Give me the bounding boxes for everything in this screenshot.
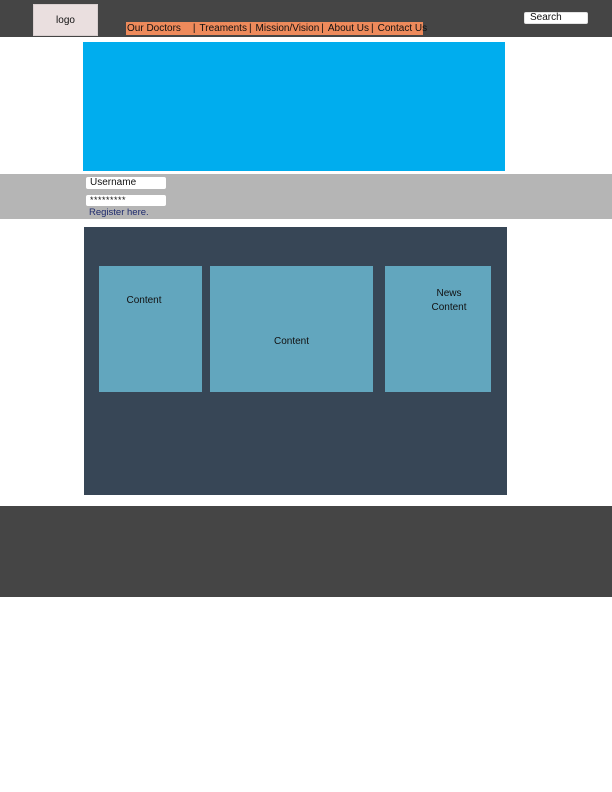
nav-item-about-us[interactable]: About Us [326,22,369,35]
footer [0,506,612,597]
logo[interactable]: logo [33,4,98,36]
content-panel-left: Content [99,266,202,392]
content-panel-label: Content [273,336,310,347]
nav-item-contact-us[interactable]: Contact Us [376,22,427,35]
search-input[interactable]: Search [524,12,588,24]
nav-item-our-doctors[interactable]: Our Doctors [126,22,181,35]
username-field[interactable]: Username [86,177,166,189]
news-label-line1: News [436,288,462,299]
news-panel: News Content [385,266,491,392]
nav-separator: | [192,23,196,34]
nav-separator: | [371,23,374,34]
news-panel-label: News Content [405,287,493,315]
register-link[interactable]: Register here. [89,207,149,219]
news-label-line2: Content [431,302,467,313]
nav-item-mission-vision[interactable]: Mission/Vision [254,22,320,35]
nav-separator: | [321,23,324,34]
hero-banner [83,42,505,171]
content-panel-label: Content [126,295,162,306]
password-field[interactable]: ********* [86,195,166,206]
nav-separator: | [248,23,252,34]
content-panel-center: Content [210,266,373,392]
logo-text: logo [56,14,75,26]
nav-item-treatments[interactable]: Treaments [198,22,247,35]
main-nav: Our Doctors | Treaments | Mission/Vision… [126,22,427,35]
